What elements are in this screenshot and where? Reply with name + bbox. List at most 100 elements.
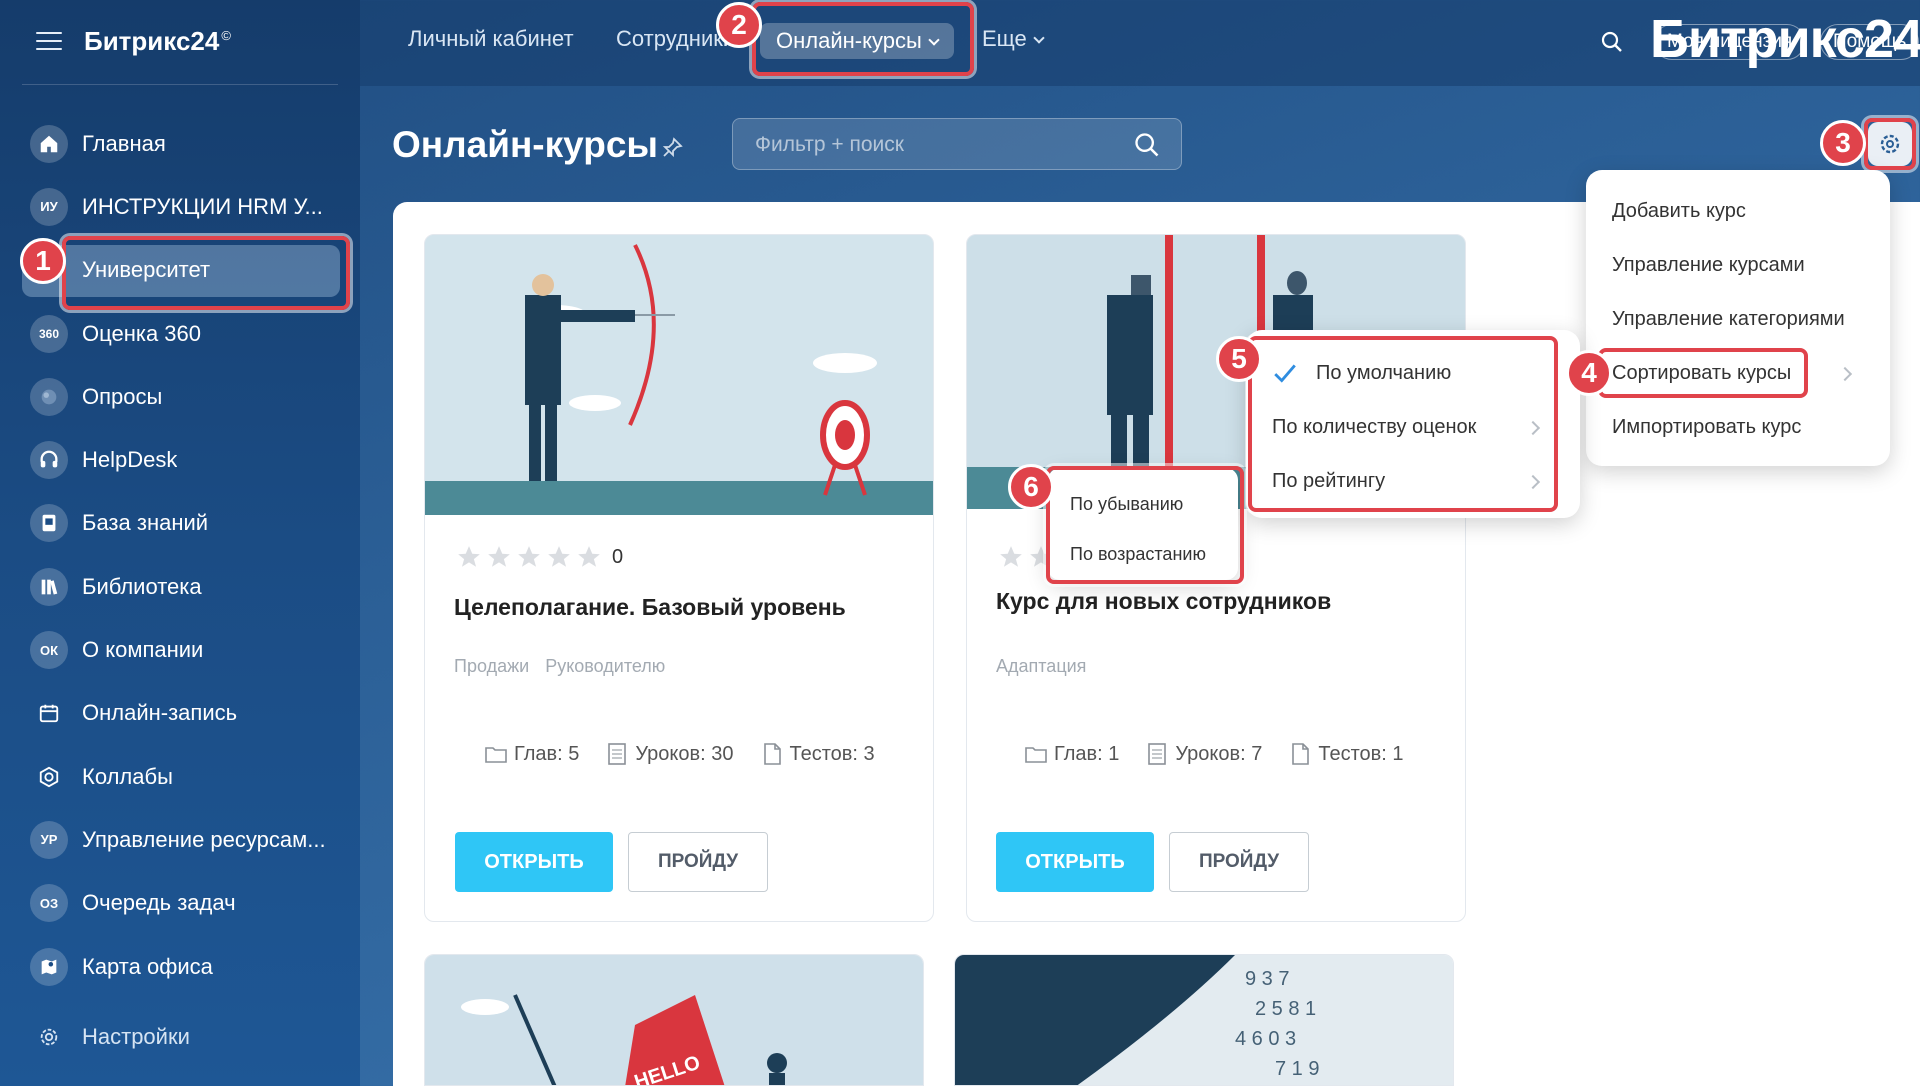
nav-more-label: Еще [982, 26, 1027, 51]
open-course-button[interactable]: ОТКРЫТЬ [455, 832, 613, 892]
sidebar: Битрикс24 © Главная ИУ ИНСТРУКЦИИ HRM У..… [0, 0, 360, 1086]
folder-icon [1025, 747, 1047, 763]
rating-stars[interactable]: 0 [456, 544, 623, 570]
map-icon [30, 947, 68, 986]
test-file-icon [1292, 743, 1310, 765]
open-course-button[interactable]: ОТКРЫТЬ [996, 832, 1154, 892]
svg-text:9 3 7: 9 3 7 [1245, 968, 1289, 990]
star-icon[interactable] [516, 544, 542, 570]
course-card[interactable]: HELLO [424, 954, 924, 1086]
document-icon [608, 743, 627, 765]
lessons-count: Уроков: 30 [635, 742, 734, 765]
sidebar-settings[interactable]: Настройки [30, 1018, 190, 1056]
callout-badge: 2 [716, 2, 762, 48]
search-icon[interactable] [1133, 131, 1161, 159]
library-icon [30, 567, 68, 606]
menu-burger-icon[interactable] [36, 32, 62, 52]
page-title: Онлайн-курсы [392, 124, 659, 165]
test-file-icon [763, 743, 781, 765]
settings-menu: Добавить курс Управление курсами Управле… [1586, 170, 1890, 466]
star-icon[interactable] [546, 544, 572, 570]
will-pass-button[interactable]: ПРОЙДУ [628, 832, 768, 892]
folder-icon [485, 747, 507, 763]
about-company-avatar-icon: ОК [30, 631, 68, 670]
sidebar-item-collabs[interactable]: Коллабы [0, 745, 360, 808]
chapters-count: Глав: 1 [1054, 742, 1120, 765]
sidebar-item-label: Опросы [82, 383, 163, 409]
star-icon[interactable] [456, 544, 482, 570]
filter-search-box[interactable] [732, 118, 1182, 170]
sidebar-item-instructions[interactable]: ИУ ИНСТРУКЦИИ HRM У... [0, 175, 360, 238]
polls-icon [30, 377, 68, 416]
sidebar-item-online-booking[interactable]: Онлайн-запись [0, 682, 360, 745]
menu-import-course[interactable]: Импортировать курс [1586, 416, 1890, 439]
star-icon[interactable] [998, 544, 1024, 570]
sidebar-item-label: ИНСТРУКЦИИ HRM У... [82, 193, 323, 219]
menu-manage-categories[interactable]: Управление категориями [1586, 308, 1890, 331]
will-pass-button[interactable]: ПРОЙДУ [1169, 832, 1309, 892]
sidebar-item-label: Университет [82, 257, 211, 283]
numbers-illustration: 9 3 7 2 5 8 1 4 6 0 3 7 1 9 [955, 955, 1453, 1085]
settings-gear-icon [30, 1018, 68, 1056]
svg-text:2 5 8 1: 2 5 8 1 [1255, 998, 1316, 1020]
lessons-stat: Уроков: 7 [1145, 742, 1262, 766]
search-icon[interactable] [1600, 30, 1624, 54]
help-button[interactable]: Помощь [1820, 24, 1920, 60]
resources-avatar-icon: УР [30, 820, 68, 859]
highlight-settings-gear [1864, 118, 1916, 170]
tests-count: Тестов: 1 [1318, 742, 1404, 765]
pin-icon[interactable] [660, 136, 684, 160]
sidebar-item-office-map[interactable]: Карта офиса [0, 935, 360, 998]
course-stats: Глав: 1 Уроков: 7 Тестов: 1 [1024, 742, 1404, 766]
sidebar-item-label: Главная [82, 130, 166, 156]
rating-360-icon: 360 [30, 314, 68, 353]
sidebar-item-library[interactable]: Библиотека [0, 555, 360, 618]
course-card [424, 234, 934, 922]
course-card[interactable]: 9 3 7 2 5 8 1 4 6 0 3 7 1 9 [954, 954, 1454, 1086]
sidebar-item-label: Карта офиса [82, 953, 213, 979]
knowledge-base-icon [30, 504, 68, 543]
lessons-count: Уроков: 7 [1175, 742, 1263, 765]
sidebar-item-home[interactable]: Главная [0, 112, 360, 175]
course-tag[interactable]: Адаптация [996, 656, 1086, 677]
sidebar-item-label: Онлайн-запись [82, 700, 238, 726]
my-license-button[interactable]: Моя лицензия [1654, 24, 1806, 60]
star-icon[interactable] [486, 544, 512, 570]
course-image[interactable] [425, 235, 933, 515]
sidebar-item-label: Управление ресурсам... [82, 826, 326, 852]
course-tags: Продажи Руководителю [454, 656, 665, 677]
callout-badge: 5 [1216, 336, 1262, 382]
sidebar-divider [22, 84, 338, 85]
calendar-icon [30, 694, 68, 732]
sidebar-logo[interactable]: Битрикс24 © [84, 26, 231, 57]
sidebar-item-helpdesk[interactable]: HelpDesk [0, 428, 360, 491]
document-icon [1148, 743, 1167, 765]
sidebar-item-rating-360[interactable]: 360 Оценка 360 [0, 302, 360, 365]
university-icon [30, 251, 68, 289]
instructions-avatar-icon: ИУ [30, 187, 68, 226]
sidebar-item-label: О компании [82, 637, 204, 663]
course-tag[interactable]: Руководителю [545, 656, 665, 677]
svg-text:7 1 9: 7 1 9 [1275, 1058, 1319, 1080]
course-title[interactable]: Курс для новых сотрудников [996, 588, 1331, 615]
sidebar-item-polls[interactable]: Опросы [0, 365, 360, 428]
sidebar-item-resources[interactable]: УР Управление ресурсам... [0, 808, 360, 871]
sidebar-item-about-company[interactable]: ОК О компании [0, 618, 360, 681]
lessons-stat: Уроков: 30 [605, 742, 734, 766]
tests-stat: Тестов: 1 [1288, 742, 1404, 766]
nav-more[interactable]: Еще [982, 26, 1045, 52]
chapters-stat: Глав: 5 [484, 742, 579, 766]
callout-badge: 3 [1820, 120, 1866, 166]
star-icon[interactable] [576, 544, 602, 570]
sidebar-item-label: Оценка 360 [82, 320, 202, 346]
course-title[interactable]: Целеполагание. Базовый уровень [454, 594, 846, 621]
tests-count: Тестов: 3 [789, 742, 875, 765]
callout-badge: 6 [1008, 464, 1054, 510]
menu-manage-courses[interactable]: Управление курсами [1586, 254, 1890, 277]
course-tag[interactable]: Продажи [454, 656, 529, 677]
sidebar-item-knowledge-base[interactable]: База знаний [0, 492, 360, 555]
filter-search-input[interactable] [755, 131, 1115, 159]
nav-personal-account[interactable]: Личный кабинет [408, 26, 574, 52]
sidebar-item-task-queue[interactable]: ОЗ Очередь задач [0, 872, 360, 935]
menu-add-course[interactable]: Добавить курс [1586, 200, 1890, 223]
